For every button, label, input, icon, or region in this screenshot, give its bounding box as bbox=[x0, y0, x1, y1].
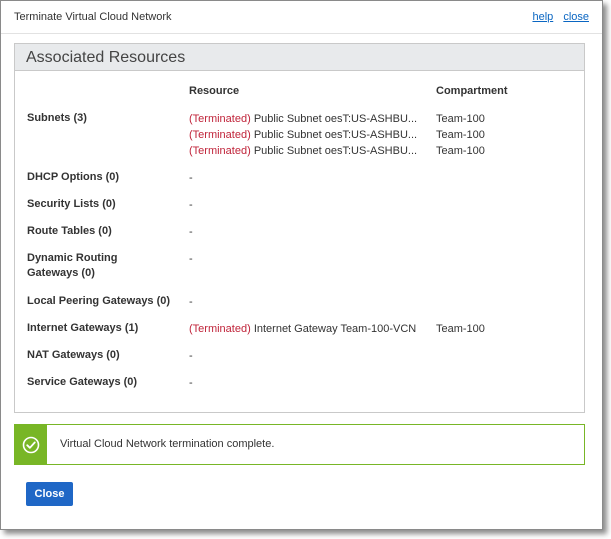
success-alert: Virtual Cloud Network termination comple… bbox=[14, 424, 585, 465]
subnets-resources: (Terminated) Public Subnet oesT:US-ASHBU… bbox=[189, 111, 434, 159]
row-label: Local Peering Gateways (0) bbox=[27, 295, 171, 307]
alert-icon-box bbox=[15, 425, 47, 464]
row-label: Dynamic Routing Gateways (0) bbox=[27, 251, 182, 281]
resource-column-header: Resource bbox=[189, 85, 240, 97]
empty-value: - bbox=[189, 253, 193, 265]
resource-name: Internet Gateway Team-100-VCN bbox=[253, 323, 417, 335]
dialog-header: Terminate Virtual Cloud Network help clo… bbox=[1, 1, 602, 34]
header-links: help close bbox=[525, 11, 589, 23]
row-label-line: Gateways (0) bbox=[27, 267, 95, 279]
close-link[interactable]: close bbox=[563, 11, 589, 23]
empty-value: - bbox=[189, 350, 193, 362]
compartment-column-header: Compartment bbox=[436, 85, 508, 97]
resource-name: Public Subnet oesT:US-ASHBU... bbox=[253, 113, 418, 125]
compartment-value: Team-100 bbox=[436, 323, 485, 335]
row-label: Service Gateways (0) bbox=[27, 376, 138, 388]
empty-value: - bbox=[189, 226, 193, 238]
resource-name: Public Subnet oesT:US-ASHBU... bbox=[253, 145, 418, 157]
resource-item: (Terminated) Public Subnet oesT:US-ASHBU… bbox=[189, 143, 434, 159]
row-label-line: Dynamic Routing bbox=[27, 252, 118, 264]
empty-value: - bbox=[189, 377, 193, 389]
terminate-vcn-dialog: Terminate Virtual Cloud Network help clo… bbox=[0, 0, 603, 530]
row-label: DHCP Options (0) bbox=[27, 171, 120, 183]
dialog-title: Terminate Virtual Cloud Network bbox=[14, 11, 172, 23]
alert-message: Virtual Cloud Network termination comple… bbox=[60, 438, 275, 450]
compartment-value: Team-100 bbox=[436, 145, 485, 157]
check-circle-icon bbox=[22, 436, 40, 454]
empty-value: - bbox=[189, 172, 193, 184]
row-label: Route Tables (0) bbox=[27, 225, 112, 237]
terminated-status: (Terminated) bbox=[189, 129, 251, 141]
empty-value: - bbox=[189, 296, 193, 308]
row-label: Subnets (3) bbox=[27, 112, 87, 124]
compartment-value: Team-100 bbox=[436, 129, 485, 141]
section-title: Associated Resources bbox=[15, 44, 584, 71]
empty-value: - bbox=[189, 199, 193, 211]
row-label: Security Lists (0) bbox=[27, 198, 116, 210]
close-button[interactable]: Close bbox=[26, 482, 73, 506]
terminated-status: (Terminated) bbox=[189, 323, 251, 335]
resource-item: (Terminated) Public Subnet oesT:US-ASHBU… bbox=[189, 127, 434, 143]
resource-item: (Terminated) Internet Gateway Team-100-V… bbox=[189, 321, 434, 337]
resource-name: Public Subnet oesT:US-ASHBU... bbox=[253, 129, 418, 141]
terminated-status: (Terminated) bbox=[189, 145, 251, 157]
subnets-compartments: Team-100 Team-100 Team-100 bbox=[436, 111, 485, 159]
help-link[interactable]: help bbox=[532, 11, 553, 23]
internet-gateway-resources: (Terminated) Internet Gateway Team-100-V… bbox=[189, 321, 434, 337]
internet-gateway-compartments: Team-100 bbox=[436, 321, 485, 337]
compartment-value: Team-100 bbox=[436, 113, 485, 125]
row-label: Internet Gateways (1) bbox=[27, 322, 139, 334]
associated-resources-panel: Associated Resources Resource Compartmen… bbox=[14, 43, 585, 413]
terminated-status: (Terminated) bbox=[189, 113, 251, 125]
resource-item: (Terminated) Public Subnet oesT:US-ASHBU… bbox=[189, 111, 434, 127]
row-label: NAT Gateways (0) bbox=[27, 349, 120, 361]
